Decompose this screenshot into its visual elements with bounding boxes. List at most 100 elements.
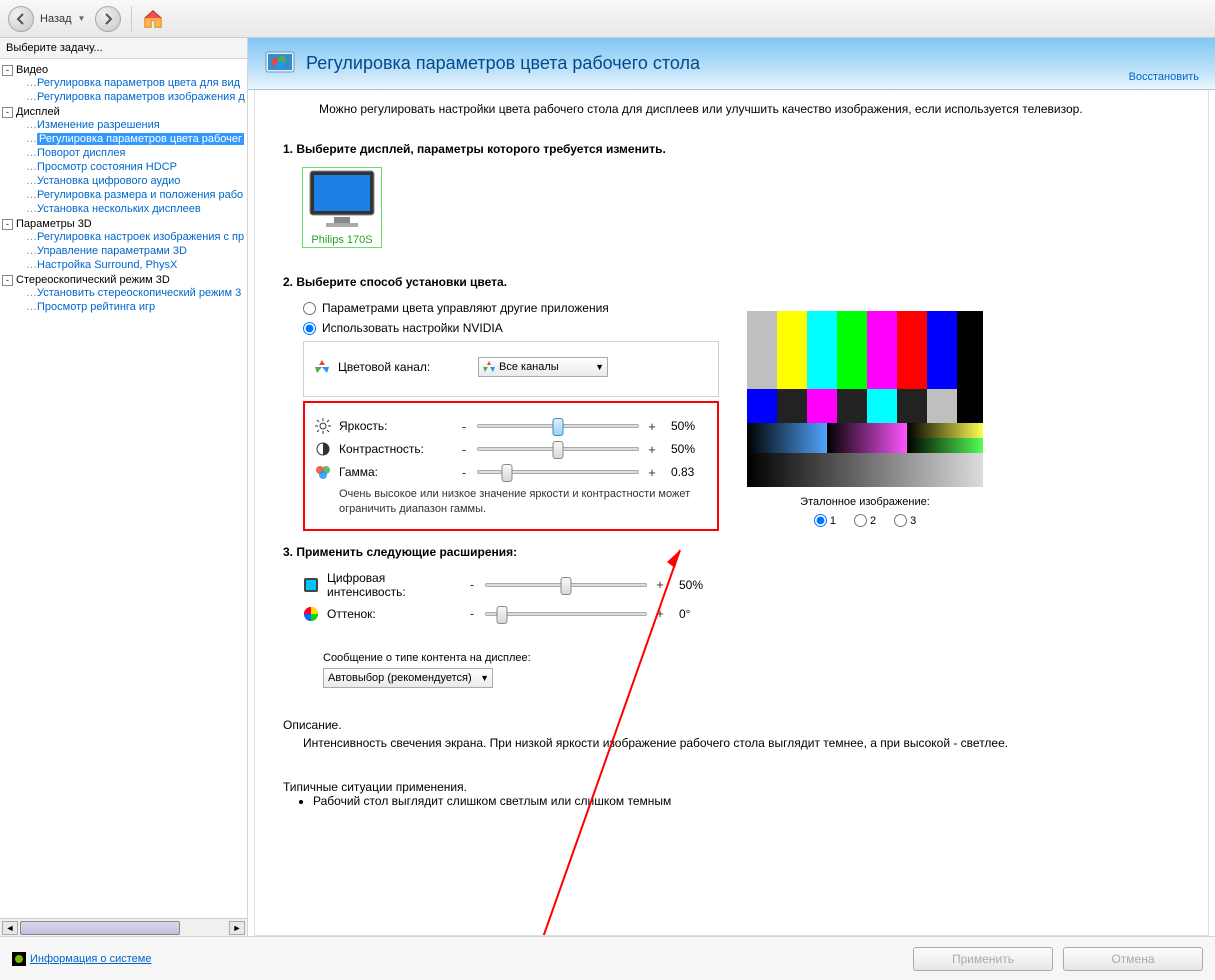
ref-radio-1[interactable]: 1 — [814, 514, 836, 527]
radio-nvidia-input[interactable] — [303, 322, 316, 335]
tree-link[interactable]: Установить стереоскопический режим 3 — [37, 287, 241, 299]
tree-link[interactable]: Регулировка размера и положения рабо — [37, 189, 243, 201]
tree-toggle[interactable]: - — [2, 65, 13, 76]
brightness-icon — [315, 418, 331, 434]
tree-category[interactable]: Видео — [16, 64, 48, 76]
back-dropdown-icon[interactable]: ▼ — [78, 14, 86, 23]
hue-slider[interactable] — [485, 612, 647, 616]
digital-plus[interactable]: + — [655, 577, 665, 592]
brightness-slider[interactable] — [477, 424, 639, 428]
tree-link[interactable]: Просмотр рейтинга игр — [37, 301, 155, 313]
tree-link[interactable]: Просмотр состояния HDCP — [37, 161, 177, 173]
ref-radio-2-input[interactable] — [854, 514, 867, 527]
tree-category[interactable]: Стереоскопический режим 3D — [16, 274, 170, 286]
sliders-highlighted-box: Яркость: - + 50% — [303, 401, 719, 531]
tree-toggle[interactable]: - — [2, 219, 13, 230]
toolbar-divider — [131, 6, 132, 32]
nvidia-eye-icon — [12, 952, 26, 966]
scroll-right-icon[interactable]: ► — [229, 921, 245, 935]
contrast-value: 50% — [671, 442, 707, 456]
gamma-slider[interactable] — [477, 470, 639, 474]
tree-toggle[interactable]: - — [2, 275, 13, 286]
content-body: Можно регулировать настройки цвета рабоч… — [254, 90, 1209, 936]
channel-label: Цветовой канал: — [338, 360, 478, 374]
brightness-plus[interactable]: + — [647, 419, 657, 434]
scroll-thumb[interactable] — [20, 921, 180, 935]
tree-link[interactable]: Регулировка настроек изображения с пр — [37, 231, 244, 243]
restore-link[interactable]: Восстановить — [1129, 71, 1199, 83]
apply-button[interactable]: Применить — [913, 947, 1053, 971]
back-button[interactable] — [8, 6, 34, 32]
cancel-button[interactable]: Отмена — [1063, 947, 1203, 971]
tree-link[interactable]: Регулировка параметров изображения д — [37, 91, 245, 103]
contrast-plus[interactable]: + — [647, 442, 657, 457]
tree-link[interactable]: Изменение разрешения — [37, 119, 160, 131]
gamma-thumb[interactable] — [501, 464, 512, 482]
section2-title: 2. Выберите способ установки цвета. — [283, 275, 719, 289]
typical-heading: Типичные ситуации применения. — [283, 780, 1180, 794]
contrast-slider[interactable] — [477, 447, 639, 451]
hue-thumb[interactable] — [497, 606, 508, 624]
digital-minus[interactable]: - — [467, 577, 477, 592]
tree-link[interactable]: Поворот дисплея — [37, 147, 125, 159]
tree-link[interactable]: Установка нескольких дисплеев — [37, 203, 201, 215]
contrast-thumb[interactable] — [553, 441, 564, 459]
channel-dd-icon — [483, 361, 495, 373]
digital-thumb[interactable] — [561, 577, 572, 595]
toolbar: Назад ▼ — [0, 0, 1215, 38]
system-info-link[interactable]: Информация о системе — [12, 952, 151, 966]
page-title: Регулировка параметров цвета рабочего ст… — [306, 53, 700, 74]
content-type-dropdown[interactable]: Автовыбор (рекомендуется) ▼ — [323, 668, 493, 688]
page-header: Регулировка параметров цвета рабочего ст… — [248, 38, 1215, 90]
typical-item: Рабочий стол выглядит слишком светлым ил… — [313, 794, 1180, 808]
treeview[interactable]: -Видео…Регулировка параметров цвета для … — [0, 59, 247, 918]
scroll-left-icon[interactable]: ◄ — [2, 921, 18, 935]
ref-radio-1-input[interactable] — [814, 514, 827, 527]
contrast-label: Контрастность: — [339, 442, 459, 456]
tree-link[interactable]: Регулировка параметров цвета для вид — [37, 77, 240, 89]
gamma-icon — [315, 464, 331, 480]
back-label: Назад — [40, 13, 72, 25]
tree-category[interactable]: Параметры 3D — [16, 218, 92, 230]
gamma-plus[interactable]: + — [647, 465, 657, 480]
channel-icon — [314, 359, 330, 375]
horizontal-scrollbar[interactable]: ◄ ► — [0, 918, 247, 936]
tree-link[interactable]: Управление параметрами 3D — [37, 245, 187, 257]
channel-value: Все каналы — [499, 361, 559, 373]
gamma-note: Очень высокое или низкое значение яркост… — [339, 487, 707, 517]
digital-slider[interactable] — [485, 583, 647, 587]
tree-toggle[interactable]: - — [2, 107, 13, 118]
brightness-minus[interactable]: - — [459, 419, 469, 434]
tree-link[interactable]: Установка цифрового аудио — [37, 175, 180, 187]
monitor-thumbnail[interactable]: Philips 170S — [303, 168, 381, 247]
home-icon[interactable] — [142, 8, 164, 30]
brightness-value: 50% — [671, 419, 707, 433]
gamma-minus[interactable]: - — [459, 465, 469, 480]
ref-radio-3[interactable]: 3 — [894, 514, 916, 527]
section1-title: 1. Выберите дисплей, параметры которого … — [283, 142, 1180, 156]
ref-radio-3-input[interactable] — [894, 514, 907, 527]
channel-dropdown[interactable]: Все каналы ▼ — [478, 357, 608, 377]
footer: Информация о системе Применить Отмена — [0, 936, 1215, 980]
tree-link[interactable]: Регулировка параметров цвета рабочег — [37, 133, 244, 145]
chevron-down-icon: ▼ — [595, 362, 604, 372]
tree-category[interactable]: Дисплей — [16, 106, 60, 118]
radio-other-apps[interactable]: Параметрами цвета управляют другие прило… — [303, 301, 719, 315]
hue-plus[interactable]: + — [655, 606, 665, 621]
content: Регулировка параметров цвета рабочего ст… — [248, 38, 1215, 936]
gamma-label: Гамма: — [339, 465, 459, 479]
tree-link[interactable]: Настройка Surround, PhysX — [37, 259, 177, 271]
radio-nvidia[interactable]: Использовать настройки NVIDIA — [303, 321, 719, 335]
hue-value: 0° — [679, 607, 715, 621]
description-body: Интенсивность свечения экрана. При низко… — [303, 736, 1180, 750]
forward-button[interactable] — [95, 6, 121, 32]
contrast-icon — [315, 441, 331, 457]
radio-other-apps-input[interactable] — [303, 302, 316, 315]
sidebar-title: Выберите задачу... — [0, 38, 247, 59]
contrast-minus[interactable]: - — [459, 442, 469, 457]
hue-minus[interactable]: - — [467, 606, 477, 621]
ref-radio-2[interactable]: 2 — [854, 514, 876, 527]
hue-icon — [303, 606, 319, 622]
brightness-thumb[interactable] — [553, 418, 564, 436]
monitor-label: Philips 170S — [304, 234, 380, 246]
